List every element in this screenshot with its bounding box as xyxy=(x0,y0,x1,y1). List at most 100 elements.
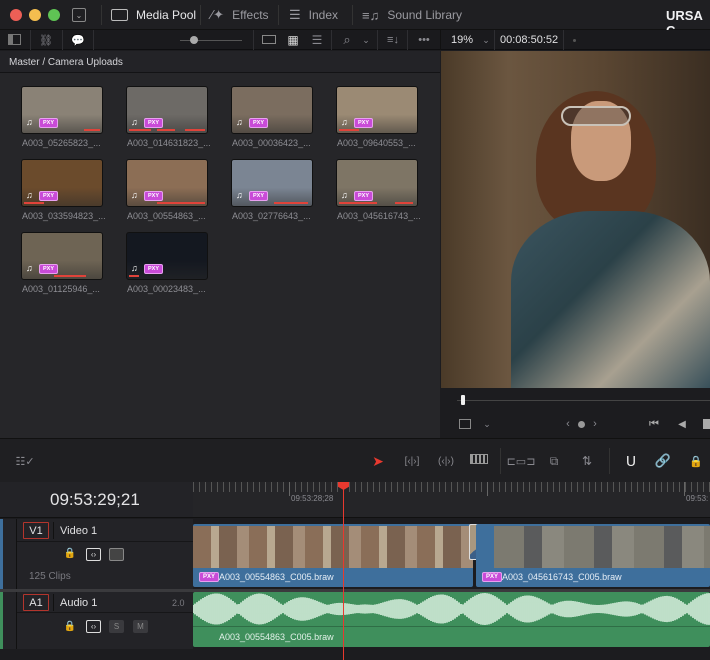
marker-dot-icon[interactable] xyxy=(578,421,585,428)
close-window-button[interactable] xyxy=(10,9,22,21)
usage-marker xyxy=(339,202,377,204)
search-dropdown-icon[interactable]: ⌄ xyxy=(360,32,372,48)
maximize-window-button[interactable] xyxy=(48,9,60,21)
position-lock-icon[interactable]: 🔒 xyxy=(688,452,704,470)
source-viewer[interactable] xyxy=(441,51,710,388)
timeline-ruler[interactable]: 09:53:28;28 09:53: xyxy=(193,482,710,518)
breadcrumb[interactable]: Master / Camera Uploads xyxy=(0,51,440,73)
workspace-dropdown-icon[interactable]: ⌄ xyxy=(72,8,86,22)
track-destination-v1[interactable]: V1 xyxy=(23,522,49,539)
list-view-icon[interactable]: ☰ xyxy=(309,32,325,48)
audio-track-name[interactable]: Audio 1 xyxy=(60,597,97,609)
clip-thumbnail-item[interactable]: ♫ PXY A003_045616743_... xyxy=(336,159,421,221)
viewer-scrubber[interactable] xyxy=(457,400,710,401)
metadata-view-icon[interactable] xyxy=(262,35,276,44)
mute-button[interactable]: M xyxy=(133,620,148,633)
tab-label: Index xyxy=(308,8,339,22)
overwrite-clip-icon[interactable]: ⧉ xyxy=(543,452,565,470)
waveform-path xyxy=(193,593,710,625)
auto-select-icon[interactable]: ‹› xyxy=(86,620,101,633)
usage-marker xyxy=(157,129,175,131)
auto-select-icon[interactable]: ‹› xyxy=(86,548,101,561)
solo-button[interactable]: S xyxy=(109,620,124,633)
clip-thumbnail-item[interactable]: ♫ PXY A003_014631823_... xyxy=(126,86,211,148)
selection-tool-icon[interactable]: ➤ xyxy=(371,452,385,470)
minimize-window-button[interactable] xyxy=(29,9,41,21)
clip-thumbnail-item[interactable]: ♫ PXY A003_02776643_... xyxy=(231,159,313,221)
replace-clip-icon[interactable]: ⇅ xyxy=(575,452,599,470)
clip-thumbnail-item[interactable]: ♫ PXY A003_00023483_... xyxy=(126,232,208,294)
unlink-icon[interactable]: ⛓ xyxy=(38,33,54,47)
clip-thumbnail: ♫ PXY xyxy=(21,86,103,134)
divider xyxy=(440,30,441,50)
clip-name: A003_033594823_... xyxy=(22,211,106,221)
more-options-icon[interactable]: ••• xyxy=(414,32,434,48)
disable-video-track-icon[interactable] xyxy=(109,548,124,561)
proxy-badge: PXY xyxy=(354,118,374,128)
timeline-toolbar: ☷✓ ➤ [‹|›] (‹|›) ⊏▭⊐ ⧉ ⇅ ᑌ 🔗 🔒 xyxy=(0,438,710,482)
next-marker-icon[interactable]: › xyxy=(590,417,600,431)
track-destination-a1[interactable]: A1 xyxy=(23,594,49,611)
snapping-icon[interactable]: ᑌ xyxy=(622,452,640,470)
stop-icon[interactable] xyxy=(703,419,710,429)
clip-name: A003_02776643_... xyxy=(232,211,311,221)
tab-effects[interactable]: ⁄✦ Effects xyxy=(211,0,269,30)
sort-icon[interactable]: ≡↓ xyxy=(385,32,401,48)
divider xyxy=(16,592,17,649)
slider-handle[interactable] xyxy=(190,36,198,44)
viewer-zoom-level[interactable]: 19% xyxy=(451,34,473,46)
divider xyxy=(278,5,279,25)
timeline-current-timecode: 09:53:29;21 xyxy=(50,490,140,509)
trim-tool-icon[interactable]: [‹|›] xyxy=(400,452,424,470)
search-icon[interactable]: ⌕ xyxy=(339,32,355,48)
usage-marker xyxy=(274,202,308,204)
subtitle-icon[interactable]: 💬 xyxy=(70,33,86,47)
clip-name: A003_00554863_... xyxy=(127,211,206,221)
clip-thumbnail-item[interactable]: ♫ PXY A003_033594823_... xyxy=(21,159,106,221)
lock-track-icon[interactable]: 🔒 xyxy=(64,547,76,559)
clip-thumbnail-item[interactable]: ♫ PXY A003_00036423_... xyxy=(231,86,313,148)
clip-thumbnail-item[interactable]: ♫ PXY A003_05265823_... xyxy=(21,86,103,148)
clip-count: 125 Clips xyxy=(29,571,71,582)
thumbnail-view-icon[interactable]: ▦ xyxy=(285,32,301,48)
clip-thumbnail-item[interactable]: ♫ PXY A003_00554863_... xyxy=(126,159,208,221)
viewer-controls: ⌄ ‹ › ⏮ ◀ xyxy=(441,388,710,438)
usage-marker xyxy=(185,129,205,131)
audio-note-icon: ♫ xyxy=(26,263,33,273)
zoom-dropdown-icon[interactable]: ⌄ xyxy=(480,32,492,48)
sidebar-toggle-icon[interactable] xyxy=(8,34,21,45)
timeline-options-icon[interactable]: ☷✓ xyxy=(14,453,36,469)
timeline-empty-area xyxy=(0,649,710,660)
tab-index[interactable]: ☰ Index xyxy=(289,0,338,30)
blade-tool-icon[interactable] xyxy=(470,454,488,464)
transform-dropdown-icon[interactable]: ⌄ xyxy=(481,417,493,431)
video-track-name[interactable]: Video 1 xyxy=(60,525,97,537)
go-to-start-icon[interactable]: ⏮ xyxy=(646,417,662,431)
tab-label: Effects xyxy=(232,8,269,22)
clip-thumbnail: ♫ PXY xyxy=(231,159,313,207)
audio-track-lane: A003_00554863_C005.braw xyxy=(193,592,710,649)
divider xyxy=(494,30,495,50)
dynamic-trim-icon[interactable]: (‹|›) xyxy=(434,452,458,470)
playhead-line[interactable] xyxy=(343,482,344,660)
track-color-strip xyxy=(0,519,3,589)
video-clip[interactable]: PXY A003_045616743_C005.braw xyxy=(476,524,710,587)
timeline-timecode-panel: 09:53:29;21 xyxy=(0,482,193,518)
insert-clip-icon[interactable]: ⊏▭⊐ xyxy=(507,452,536,470)
clip-thumbnail-item[interactable]: ♫ PXY A003_01125946_... xyxy=(21,232,103,294)
audio-clip[interactable]: A003_00554863_C005.braw xyxy=(193,592,710,647)
scrubber-handle[interactable] xyxy=(461,395,465,405)
linked-selection-icon[interactable]: 🔗 xyxy=(654,452,672,470)
video-track-lane: PXY A003_00554863_C005.braw PXY A003_045… xyxy=(193,519,710,589)
play-reverse-icon[interactable]: ◀ xyxy=(676,417,688,431)
proxy-badge: PXY xyxy=(249,118,269,128)
prev-marker-icon[interactable]: ‹ xyxy=(563,417,573,431)
clip-thumbnail-item[interactable]: ♫ PXY A003_09640553_... xyxy=(336,86,418,148)
proxy-badge: PXY xyxy=(39,264,59,274)
lock-track-icon[interactable]: 🔒 xyxy=(64,620,76,632)
proxy-badge: PXY xyxy=(249,191,269,201)
video-clip[interactable]: PXY A003_00554863_C005.braw xyxy=(193,524,473,587)
tab-media-pool[interactable]: Media Pool xyxy=(111,0,196,30)
tab-sound-library[interactable]: ≡♫ Sound Library xyxy=(362,0,462,30)
transform-icon[interactable] xyxy=(459,419,471,429)
